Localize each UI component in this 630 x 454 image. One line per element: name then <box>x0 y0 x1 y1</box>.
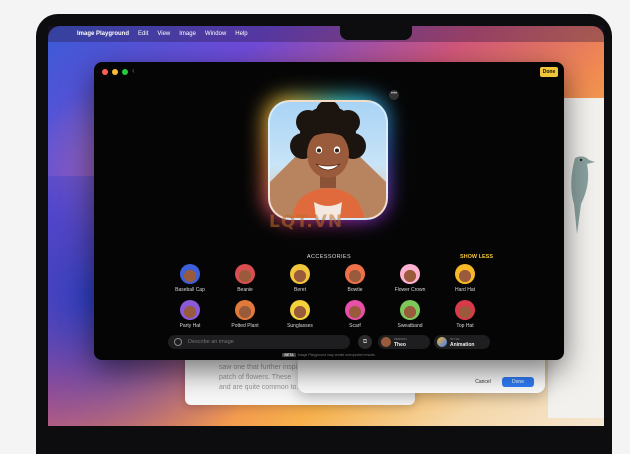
style-caption: STYLE <box>450 337 460 341</box>
scarf-icon <box>345 300 365 320</box>
hard-hat-icon <box>455 264 475 284</box>
beta-notice: BETA Image Playground may create unexpect… <box>94 353 564 357</box>
style-thumbnail <box>437 337 447 347</box>
show-less-button[interactable]: SHOW LESS <box>460 254 493 260</box>
accessory-beanie[interactable]: Beanie <box>221 264 269 293</box>
beret-icon <box>290 264 310 284</box>
accessory-label: Bowtie <box>347 287 363 293</box>
person-picker[interactable]: PERSON Theo <box>378 335 430 349</box>
accessory-sunglasses[interactable]: Sunglasses <box>276 300 324 329</box>
accessory-party-hat[interactable]: Party Hat <box>166 300 214 329</box>
zoom-icon[interactable] <box>122 69 128 75</box>
accessory-label: Party Hat <box>179 323 201 329</box>
menu-app-name[interactable]: Image Playground <box>77 31 129 37</box>
menu-bar: Image Playground Edit View Image Window … <box>48 26 604 42</box>
menu-edit[interactable]: Edit <box>138 31 148 37</box>
accessory-label: Flower Crown <box>394 287 426 293</box>
party-hat-icon <box>180 300 200 320</box>
chevron-left-icon[interactable]: ‹ <box>132 66 135 75</box>
dialog-cancel-button[interactable]: Cancel <box>468 377 498 387</box>
accessory-label: Hard Hat <box>454 287 475 293</box>
person-caption: PERSON <box>394 337 407 341</box>
image-playground-window: ‹ Done ••• LQT.VN ACCESSORIES SHOW LESS … <box>94 62 564 360</box>
done-button[interactable]: Done <box>540 67 558 77</box>
doc-line-1: saw one that further inspi... <box>219 364 304 371</box>
accessory-label: Top Hat <box>456 323 474 329</box>
camera-notch <box>340 26 412 40</box>
style-value: Animation <box>450 342 475 348</box>
accessory-potted-plant[interactable]: Potted Plant <box>221 300 269 329</box>
accessory-top-hat[interactable]: Top Hat <box>441 300 489 329</box>
window-controls <box>102 69 128 75</box>
insert-image-dialog: Cancel Done <box>298 355 545 393</box>
accessory-sweatband[interactable]: Sweatband <box>386 300 434 329</box>
menu-view[interactable]: View <box>157 31 170 37</box>
menu-image[interactable]: Image <box>179 31 196 37</box>
menu-window[interactable]: Window <box>205 31 226 37</box>
describe-image-input[interactable] <box>188 339 338 345</box>
baseball-cap-icon <box>180 264 200 284</box>
beanie-icon <box>235 264 255 284</box>
top-hat-icon <box>455 300 475 320</box>
accessory-label: Sweatband <box>397 323 423 329</box>
accessories-heading: ACCESSORIES <box>306 254 352 260</box>
accessory-bowtie[interactable]: Bowtie <box>331 264 379 293</box>
accessory-label: Scarf <box>349 323 361 329</box>
accessory-label: Beret <box>294 287 306 293</box>
doc-line-3: and are quite common to... <box>219 384 303 391</box>
portrait-illustration <box>270 102 386 218</box>
accessory-hard-hat[interactable]: Hard Hat <box>441 264 489 293</box>
dialog-done-button[interactable]: Done <box>502 377 534 387</box>
accessory-label: Baseball Cap <box>175 287 205 293</box>
beta-notice-text: Image Playground may create unexpected r… <box>297 353 376 357</box>
generated-portrait[interactable] <box>268 100 388 220</box>
flower-crown-icon <box>400 264 420 284</box>
doc-line-2: patch of flowers. These <box>219 374 292 381</box>
sunglasses-icon <box>290 300 310 320</box>
accessory-label: Beanie <box>237 287 253 293</box>
accessory-beret[interactable]: Beret <box>276 264 324 293</box>
potted-plant-icon <box>235 300 255 320</box>
menu-help[interactable]: Help <box>235 31 247 37</box>
accessory-label: Potted Plant <box>231 323 259 329</box>
more-options-icon[interactable]: ••• <box>389 90 399 100</box>
person-name: Theo <box>394 342 406 348</box>
gallery-icon[interactable]: ⧉ <box>358 335 372 349</box>
close-icon[interactable] <box>102 69 108 75</box>
sweatband-icon <box>400 300 420 320</box>
accessory-flower-crown[interactable]: Flower Crown <box>386 264 434 293</box>
describe-image-field[interactable] <box>168 335 350 349</box>
beta-badge: BETA <box>282 353 296 357</box>
minimize-icon[interactable] <box>112 69 118 75</box>
sparkle-icon <box>174 338 182 346</box>
bowtie-icon <box>345 264 365 284</box>
style-picker[interactable]: STYLE Animation <box>434 335 490 349</box>
accessory-scarf[interactable]: Scarf <box>331 300 379 329</box>
accessory-baseball-cap[interactable]: Baseball Cap <box>166 264 214 293</box>
watermark-logo: LQT.VN <box>269 212 344 232</box>
person-avatar <box>381 337 391 347</box>
accessory-label: Sunglasses <box>287 323 313 329</box>
